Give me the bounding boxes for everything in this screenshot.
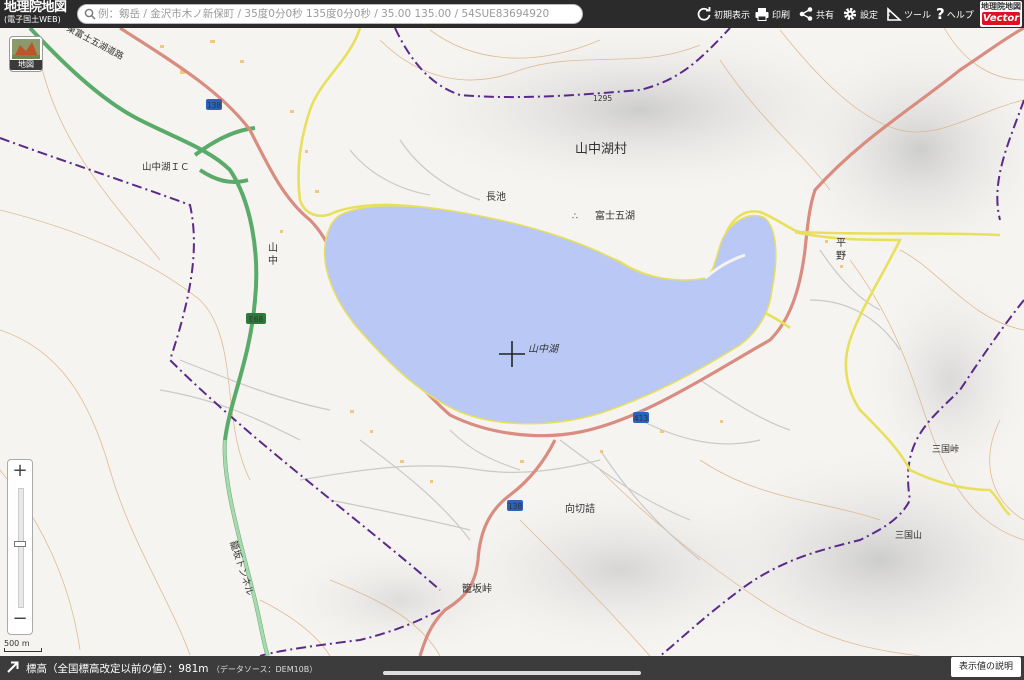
value-explanation-button[interactable]: 表示値の説明 bbox=[951, 657, 1021, 677]
svg-text:138: 138 bbox=[207, 101, 222, 110]
svg-text:E68: E68 bbox=[249, 315, 264, 324]
layer-button-label: 地図 bbox=[10, 60, 42, 70]
label-hirano-1: 平 bbox=[836, 238, 846, 249]
label-yamanaka-1: 山 bbox=[268, 242, 278, 254]
printer-icon bbox=[755, 8, 769, 21]
label-hirano-2: 野 bbox=[836, 250, 846, 262]
map-thumbnail-icon bbox=[12, 39, 40, 59]
print-button[interactable]: 印刷 bbox=[754, 4, 790, 24]
home-indicator bbox=[383, 671, 641, 675]
search-icon bbox=[84, 8, 96, 20]
help-label: ヘルプ bbox=[946, 10, 974, 21]
label-lake: 山中湖 bbox=[528, 343, 560, 355]
vector-badge-title: 地理院地図 bbox=[981, 2, 1021, 11]
label-fuji-five-lakes: 富士五湖 bbox=[595, 209, 635, 222]
search-input[interactable] bbox=[98, 6, 578, 22]
label-fuji-five-marker: ∴ bbox=[572, 212, 578, 222]
share-button[interactable]: 共有 bbox=[798, 4, 834, 24]
share-label: 共有 bbox=[816, 10, 835, 21]
svg-text:138: 138 bbox=[508, 502, 523, 511]
app-logo[interactable]: 地理院地図 (電子国土WEB) bbox=[4, 1, 72, 27]
svg-text:413: 413 bbox=[634, 414, 649, 423]
tools-button[interactable]: ツール bbox=[886, 4, 931, 24]
vector-map-badge[interactable]: 地理院地図 Vector bbox=[980, 1, 1022, 27]
scale-bar-graphic bbox=[4, 648, 42, 652]
scale-bar: 500 m bbox=[4, 639, 42, 652]
expand-arrow-icon[interactable] bbox=[6, 660, 20, 674]
route-shield-138-north: 138 bbox=[206, 99, 222, 110]
label-village: 山中湖村 bbox=[575, 142, 627, 157]
vector-badge-label: Vector bbox=[982, 12, 1020, 25]
elevation-label: 標高（全国標高改定以前の値）： bbox=[26, 663, 179, 675]
status-bar: 標高（全国標高改定以前の値）：981m （データソース：DEM10B） 表示値の… bbox=[0, 656, 1024, 680]
reset-view-button[interactable]: 初期表示 bbox=[696, 4, 750, 24]
reset-view-label: 初期表示 bbox=[714, 10, 751, 21]
label-nagaike: 長池 bbox=[486, 190, 506, 203]
print-label: 印刷 bbox=[772, 10, 791, 21]
app-title: 地理院地図 bbox=[4, 0, 67, 15]
map-canvas[interactable]: 138 413 138 E68 山中湖村 山中湖 長池 ∴ 富士五湖 平 野 山… bbox=[0, 0, 1024, 680]
share-icon bbox=[799, 7, 813, 21]
label-interchange: 山中湖ＩＣ bbox=[142, 161, 190, 173]
question-icon: ? bbox=[936, 5, 945, 23]
zoom-in-button[interactable]: + bbox=[8, 460, 32, 484]
scale-label: 500 m bbox=[4, 639, 30, 648]
settings-button[interactable]: 設定 bbox=[842, 4, 878, 24]
label-kagosaka-pass: 籠坂峠 bbox=[462, 582, 492, 595]
label-mikuniyama: 三国山 bbox=[895, 530, 922, 541]
label-mikuni-pass: 三国峠 bbox=[932, 443, 959, 455]
app-subtitle: (電子国土WEB) bbox=[4, 15, 61, 24]
label-mukaikirizume: 向切詰 bbox=[565, 502, 595, 515]
search-box[interactable] bbox=[77, 4, 583, 24]
expressway-shield-e68: E68 bbox=[246, 313, 266, 324]
zoom-out-button[interactable]: − bbox=[8, 608, 32, 632]
zoom-slider-handle[interactable] bbox=[14, 541, 26, 548]
refresh-icon bbox=[697, 7, 711, 21]
zoom-slider-track[interactable] bbox=[18, 488, 24, 608]
zoom-control: + − bbox=[7, 459, 33, 635]
elevation-readout: 標高（全国標高改定以前の値）：981m （データソース：DEM10B） bbox=[26, 661, 317, 676]
layer-select-button[interactable]: 地図 bbox=[9, 36, 43, 72]
tools-label: ツール bbox=[904, 10, 932, 21]
help-button[interactable]: ? ヘルプ bbox=[936, 4, 974, 24]
label-elevation-1295: 1295 bbox=[593, 94, 612, 103]
route-shield-138-south: 138 bbox=[507, 500, 523, 511]
elevation-value: 981m bbox=[178, 663, 209, 675]
top-toolbar: 地理院地図 (電子国土WEB) 初期表示 印刷 共有 設定 ツール ? ヘルプ … bbox=[0, 0, 1024, 28]
route-shield-413: 413 bbox=[633, 412, 649, 423]
elevation-source: （データソース：DEM10B） bbox=[211, 665, 318, 674]
label-yamanaka-2: 中 bbox=[268, 254, 278, 267]
gear-icon bbox=[843, 7, 857, 21]
ruler-icon bbox=[887, 7, 902, 21]
settings-label: 設定 bbox=[860, 10, 879, 21]
